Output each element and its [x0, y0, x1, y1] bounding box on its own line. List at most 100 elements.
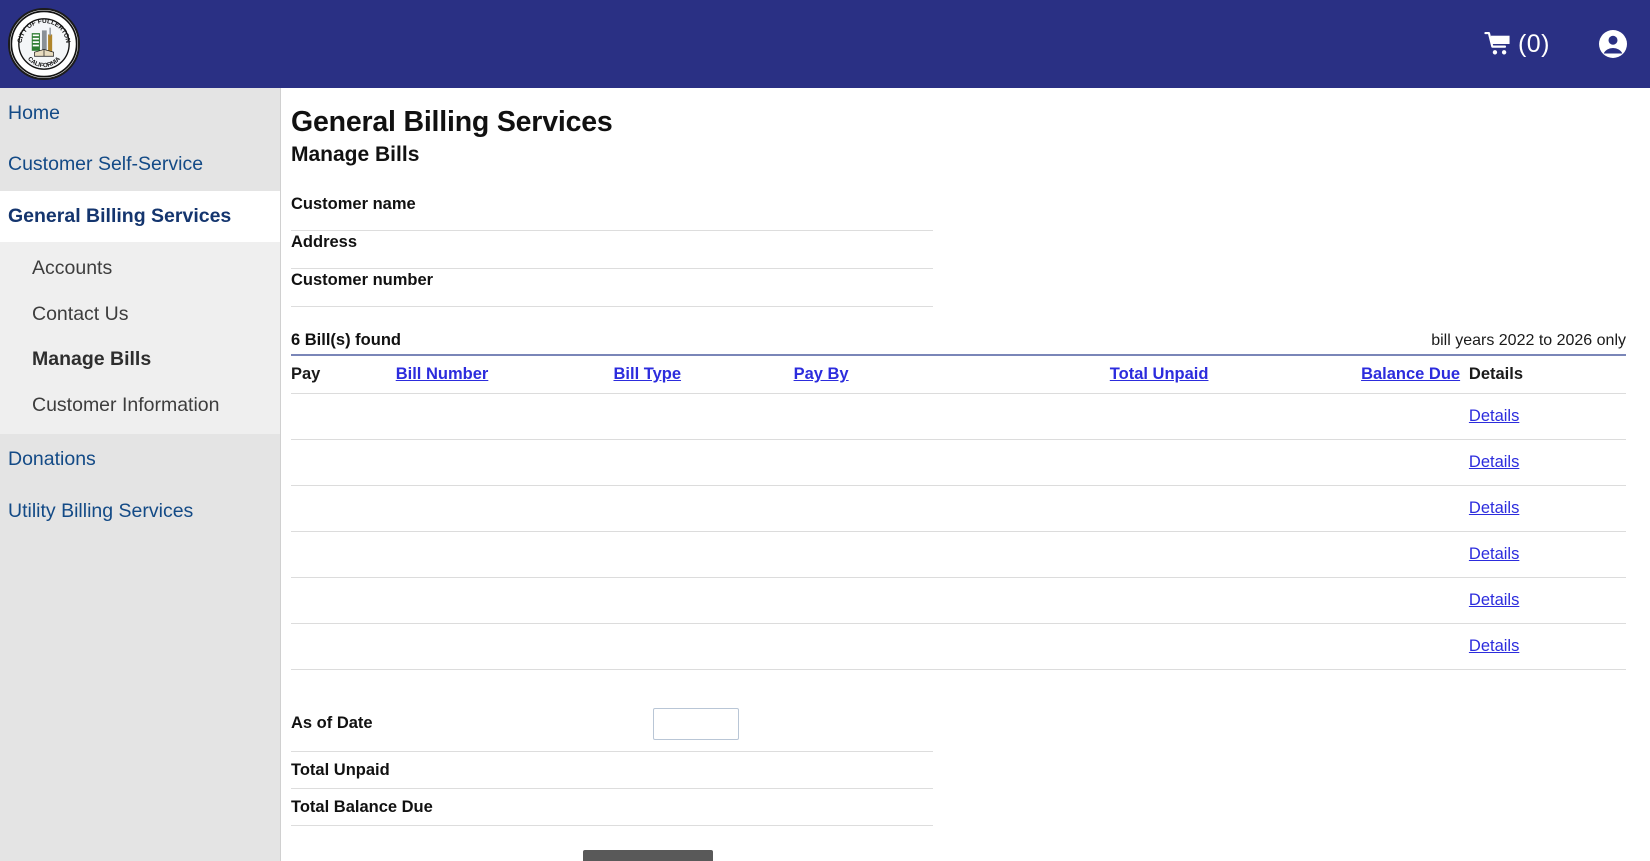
bills-table-body: Details Details Details Details Details Detai…: [291, 393, 1626, 670]
as-of-date-input[interactable]: [653, 707, 739, 740]
field-row-customer-number: Customer number: [291, 269, 933, 307]
cell-bill-number: [395, 393, 614, 440]
cell-details: Details: [1468, 577, 1626, 624]
table-row: Details: [291, 577, 1626, 624]
sidebar-item-customer-self-service[interactable]: Customer Self-Service: [0, 139, 280, 190]
total-unpaid-row: Total Unpaid: [291, 752, 933, 789]
as-of-date-row: As of Date: [291, 696, 933, 752]
details-link[interactable]: Details: [1469, 637, 1519, 655]
cell-pay-by: [793, 393, 1110, 440]
sidebar-item-home[interactable]: Home: [0, 88, 280, 139]
cell-total-unpaid: [1109, 531, 1362, 578]
cell-pay-by: [793, 531, 1110, 578]
city-seal-logo[interactable]: CITY OF FULLERTON CALIFORNIA: [8, 8, 80, 80]
actions-row: Add to Cart: [291, 850, 1005, 861]
sort-link-bill-type[interactable]: Bill Type: [613, 365, 681, 383]
details-link[interactable]: Details: [1469, 407, 1519, 425]
sort-link-balance-due[interactable]: Balance Due: [1361, 365, 1460, 383]
column-header-pay-by[interactable]: Pay By: [793, 356, 1110, 394]
cart-button[interactable]: (0): [1484, 30, 1550, 59]
details-link[interactable]: Details: [1469, 453, 1519, 471]
sidebar-item-manage-bills[interactable]: Manage Bills: [0, 337, 280, 382]
sidebar-navigation: Home Customer Self-Service General Billi…: [0, 88, 281, 861]
cell-bill-type: [613, 393, 794, 440]
total-unpaid-label: Total Unpaid: [291, 760, 390, 779]
table-row: Details: [291, 623, 1626, 670]
column-header-balance-due[interactable]: Balance Due: [1361, 356, 1469, 394]
page-subtitle: Manage Bills: [291, 143, 420, 166]
cell-details: Details: [1468, 485, 1626, 532]
sidebar-item-utility-billing-services[interactable]: Utility Billing Services: [0, 486, 280, 537]
sidebar-item-accounts[interactable]: Accounts: [0, 246, 280, 291]
cell-pay[interactable]: [291, 577, 396, 624]
as-of-date-label: As of Date: [291, 714, 373, 732]
field-row-customer-name: Customer name: [291, 193, 933, 231]
table-row: Details: [291, 485, 1626, 532]
table-header-row: Pay Bill Number Bill Type Pay By Total U…: [291, 356, 1626, 394]
cell-details: Details: [1468, 393, 1626, 440]
app-root: CITY OF FULLERTON CALIFORNIA (0) Home Cu…: [0, 0, 1650, 861]
top-header-bar: CITY OF FULLERTON CALIFORNIA (0): [0, 0, 1650, 88]
cell-total-unpaid: [1109, 577, 1362, 624]
bills-table-header: Pay Bill Number Bill Type Pay By Total U…: [291, 356, 1626, 394]
page-title: General Billing Services: [291, 106, 613, 138]
cell-balance-due: [1361, 485, 1469, 532]
cart-count-label: (0): [1517, 29, 1550, 58]
cell-balance-due: [1361, 577, 1469, 624]
column-header-details: Details: [1468, 356, 1626, 394]
cell-bill-type: [613, 439, 794, 486]
add-to-cart-button[interactable]: Add to Cart: [583, 850, 713, 861]
total-balance-due-label: Total Balance Due: [291, 797, 433, 816]
main-content: General Billing Services Manage Bills Cu…: [281, 88, 1650, 861]
details-link[interactable]: Details: [1469, 545, 1519, 563]
cell-total-unpaid: [1109, 485, 1362, 532]
sidebar-item-customer-information[interactable]: Customer Information: [0, 383, 280, 428]
column-header-bill-number[interactable]: Bill Number: [395, 356, 614, 394]
cell-total-unpaid: [1109, 393, 1362, 440]
cell-pay[interactable]: [291, 623, 396, 670]
customer-name-label: Customer name: [291, 195, 416, 213]
cell-pay[interactable]: [291, 531, 396, 578]
cell-total-unpaid: [1109, 439, 1362, 486]
sort-link-total-unpaid[interactable]: Total Unpaid: [1110, 365, 1209, 383]
sidebar-item-contact-us[interactable]: Contact Us: [0, 292, 280, 337]
address-label: Address: [291, 233, 358, 251]
cell-bill-number: [395, 485, 614, 532]
bills-found-count: 6 Bill(s) found: [291, 331, 401, 349]
bills-summary-bar: 6 Bill(s) found bill years 2022 to 2026 …: [291, 331, 1626, 356]
cell-pay[interactable]: [291, 393, 396, 440]
column-header-total-unpaid[interactable]: Total Unpaid: [1109, 356, 1362, 394]
cell-bill-type: [613, 623, 794, 670]
sidebar-subnav: Accounts Contact Us Manage Bills Custome…: [0, 242, 280, 435]
sort-link-pay-by[interactable]: Pay By: [794, 365, 849, 383]
cell-pay-by: [793, 623, 1110, 670]
header-actions: (0): [1484, 0, 1628, 88]
totals-section: As of Date Total Unpaid Total Balance Du…: [291, 696, 933, 826]
cell-pay[interactable]: [291, 439, 396, 486]
cell-details: Details: [1468, 623, 1626, 670]
sort-link-bill-number[interactable]: Bill Number: [396, 365, 489, 383]
cell-bill-number: [395, 623, 614, 670]
account-button[interactable]: [1598, 29, 1628, 59]
cell-details: Details: [1468, 531, 1626, 578]
cell-pay[interactable]: [291, 485, 396, 532]
cell-details: Details: [1468, 439, 1626, 486]
cell-balance-due: [1361, 531, 1469, 578]
bill-years-note: bill years 2022 to 2026 only: [1431, 332, 1626, 349]
details-link[interactable]: Details: [1469, 591, 1519, 609]
cell-bill-type: [613, 485, 794, 532]
cell-pay-by: [793, 439, 1110, 486]
cell-balance-due: [1361, 439, 1469, 486]
cell-bill-type: [613, 531, 794, 578]
cell-pay-by: [793, 485, 1110, 532]
table-row: Details: [291, 393, 1626, 440]
sidebar-item-general-billing-services[interactable]: General Billing Services: [0, 190, 280, 243]
bills-table: Pay Bill Number Bill Type Pay By Total U…: [291, 356, 1626, 670]
account-circle-icon: [1599, 30, 1627, 58]
sidebar-item-donations[interactable]: Donations: [0, 434, 280, 485]
cell-balance-due: [1361, 393, 1469, 440]
details-link[interactable]: Details: [1469, 499, 1519, 517]
column-header-bill-type[interactable]: Bill Type: [613, 356, 794, 394]
cell-total-unpaid: [1109, 623, 1362, 670]
table-row: Details: [291, 531, 1626, 578]
